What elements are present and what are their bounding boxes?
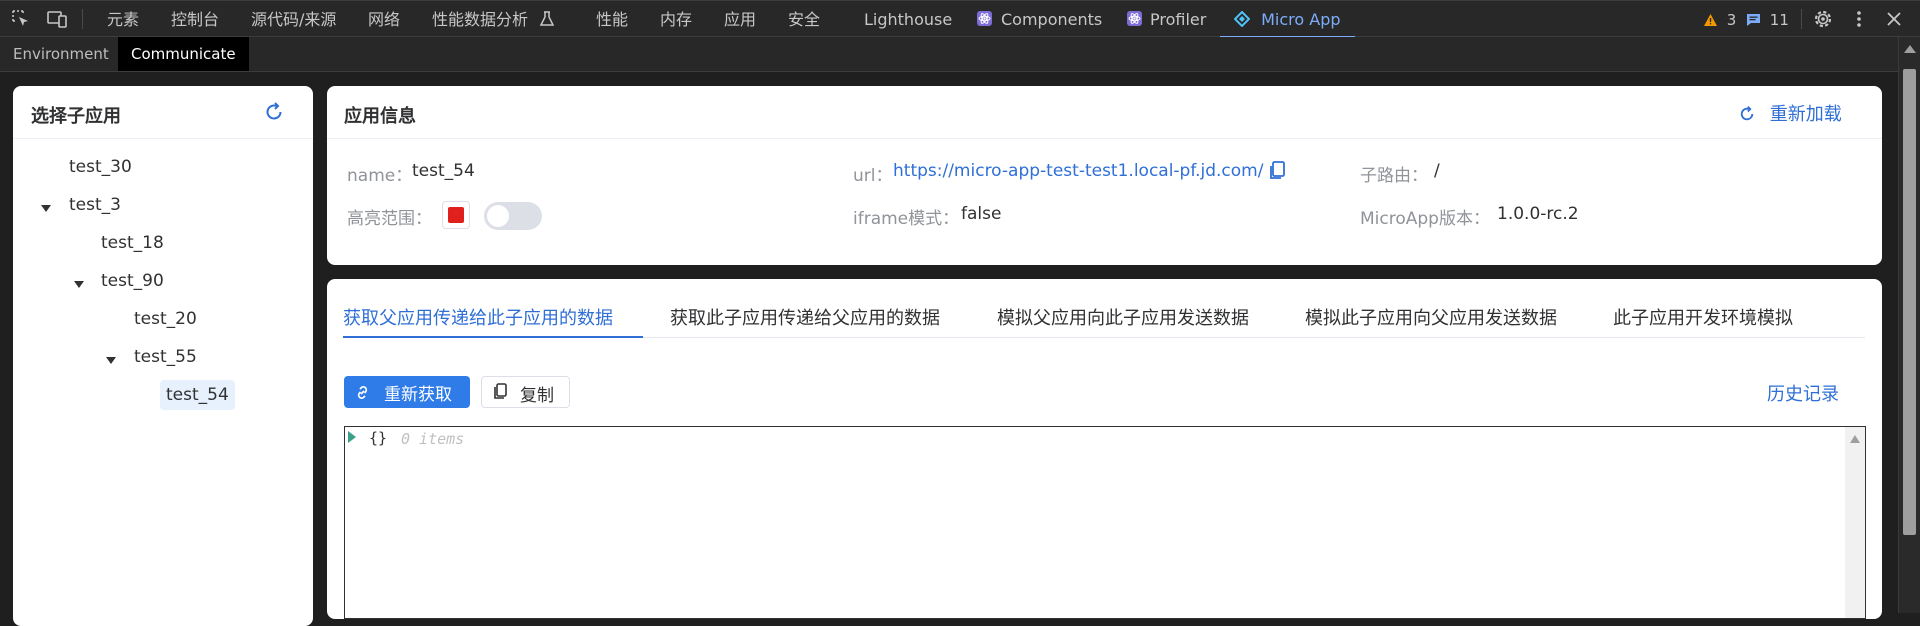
- tab-dev-env-simulate[interactable]: 此子应用开发环境模拟: [1613, 304, 1793, 330]
- tab-micro-app[interactable]: Micro App: [1220, 1, 1354, 40]
- version-label: MicroApp版本：: [1360, 209, 1490, 229]
- scroll-up-arrow-icon[interactable]: [1850, 435, 1860, 443]
- tree-node-test-18[interactable]: test_18: [95, 228, 170, 258]
- app-selector-title: 选择子应用: [31, 106, 121, 127]
- expand-caret-icon[interactable]: [348, 431, 356, 443]
- route-value: /: [1434, 161, 1440, 181]
- toolbar-separator: [82, 9, 83, 29]
- name-value: test_54: [412, 161, 475, 181]
- devtools-tabbar: 元素 控制台 源代码/来源 网络 性能数据分析 性能 内存 应用 安全 Ligh…: [0, 0, 1920, 40]
- caret-down-icon[interactable]: [41, 205, 51, 212]
- app-info-card: 应用信息 重新加载 name： test_54 url： https://mic…: [327, 86, 1882, 265]
- page-scrollbar[interactable]: [1898, 37, 1920, 613]
- subtab-communicate[interactable]: Communicate: [118, 37, 249, 71]
- close-icon[interactable]: [1883, 8, 1905, 30]
- tab-application[interactable]: 应用: [724, 1, 756, 37]
- message-icon: [1746, 3, 1761, 41]
- history-link[interactable]: 历史记录: [1767, 380, 1839, 406]
- route-label: 子路由：: [1360, 166, 1428, 186]
- tab-performance-insights[interactable]: 性能数据分析: [432, 1, 555, 37]
- inspect-element-icon[interactable]: [10, 8, 32, 30]
- refetch-button[interactable]: 重新获取: [344, 376, 470, 408]
- tab-lighthouse[interactable]: Lighthouse: [864, 1, 952, 37]
- copy-icon[interactable]: [1268, 161, 1286, 185]
- json-scrollbar[interactable]: [1845, 427, 1865, 618]
- flask-icon: [539, 4, 555, 41]
- iframe-value: false: [961, 204, 1002, 224]
- refresh-icon[interactable]: [263, 101, 285, 127]
- subtab-environment[interactable]: Environment: [0, 37, 122, 71]
- tab-micro-app-label: Micro App: [1261, 10, 1341, 29]
- messages-count: 11: [1769, 11, 1789, 29]
- warnings-badge[interactable]: 3: [1703, 1, 1736, 38]
- tab-sources[interactable]: 源代码/来源: [251, 1, 336, 37]
- tab-parent-to-child-data[interactable]: 获取父应用传递给此子应用的数据: [343, 304, 613, 330]
- warning-icon: [1703, 3, 1718, 41]
- json-viewer[interactable]: {} 0 items: [344, 426, 1866, 619]
- tab-performance-insights-label: 性能数据分析: [432, 10, 529, 29]
- json-brace: {}: [369, 429, 388, 447]
- data-card: 获取父应用传递给此子应用的数据 获取此子应用传递给父应用的数据 模拟父应用向此子…: [327, 279, 1882, 619]
- copy-label: 复制: [520, 386, 554, 406]
- gear-icon[interactable]: [1812, 8, 1834, 30]
- refresh-icon: [1738, 105, 1756, 128]
- tree-node-test-3[interactable]: test_3: [63, 190, 127, 220]
- react-icon: [1127, 11, 1142, 26]
- tab-elements[interactable]: 元素: [107, 1, 139, 37]
- highlight-switch[interactable]: [484, 202, 542, 230]
- url-label: url：: [853, 166, 893, 186]
- tree-node-test-20[interactable]: test_20: [128, 304, 203, 334]
- link-icon: [354, 384, 371, 406]
- micro-app-subtabs: Environment Communicate: [0, 37, 1920, 72]
- caret-down-icon[interactable]: [106, 357, 116, 364]
- iframe-label: iframe模式：: [853, 209, 960, 229]
- tab-performance[interactable]: 性能: [596, 1, 628, 37]
- scrollbar-thumb[interactable]: [1903, 69, 1916, 535]
- tab-child-to-parent-data[interactable]: 获取此子应用传递给父应用的数据: [670, 304, 940, 330]
- name-label: name：: [347, 166, 413, 186]
- highlight-color-picker[interactable]: [442, 201, 470, 229]
- tree-node-test-55[interactable]: test_55: [128, 342, 203, 372]
- warnings-count: 3: [1726, 11, 1737, 29]
- switch-knob: [487, 205, 509, 227]
- panel-content: 选择子应用 test_30 test_3 test_18 test_90 tes…: [0, 72, 1898, 626]
- app-selector-card: 选择子应用 test_30 test_3 test_18 test_90 tes…: [13, 86, 313, 626]
- reload-button[interactable]: 重新加载: [1738, 100, 1842, 125]
- tab-memory[interactable]: 内存: [660, 1, 692, 37]
- tab-network[interactable]: 网络: [368, 1, 400, 37]
- json-item-count: 0 items: [401, 430, 465, 448]
- copy-icon: [492, 383, 508, 407]
- tab-simulate-parent-send[interactable]: 模拟父应用向此子应用发送数据: [997, 304, 1249, 330]
- tree-node-test-90[interactable]: test_90: [95, 266, 170, 296]
- tree-node-test-54[interactable]: test_54: [160, 380, 235, 410]
- messages-badge[interactable]: 11: [1746, 1, 1789, 38]
- url-link[interactable]: https://micro-app-test-test1.local-pf.jd…: [893, 161, 1263, 181]
- toolbar-separator: [1801, 9, 1802, 29]
- tab-simulate-child-send[interactable]: 模拟此子应用向父应用发送数据: [1305, 304, 1557, 330]
- active-tab-indicator: [343, 336, 643, 338]
- tab-profiler[interactable]: Profiler: [1150, 1, 1206, 37]
- card-divider: [13, 138, 313, 139]
- copy-button[interactable]: 复制: [481, 376, 570, 408]
- reload-label: 重新加载: [1769, 104, 1842, 125]
- tab-security[interactable]: 安全: [788, 1, 820, 37]
- app-info-title: 应用信息: [344, 106, 416, 127]
- refetch-label: 重新获取: [384, 385, 452, 405]
- react-icon: [977, 11, 992, 26]
- tree-node-test-30[interactable]: test_30: [63, 152, 138, 182]
- device-toolbar-icon[interactable]: [46, 8, 68, 30]
- version-value: 1.0.0-rc.2: [1497, 204, 1579, 224]
- more-vert-icon[interactable]: [1848, 8, 1870, 30]
- scroll-up-arrow-icon[interactable]: [1904, 45, 1916, 53]
- micro-app-icon: [1233, 3, 1251, 40]
- card-divider: [327, 138, 1882, 139]
- tab-components[interactable]: Components: [1001, 1, 1102, 37]
- color-swatch: [448, 207, 464, 223]
- caret-down-icon[interactable]: [74, 281, 84, 288]
- highlight-label: 高亮范围：: [347, 209, 432, 229]
- tab-console[interactable]: 控制台: [171, 1, 219, 37]
